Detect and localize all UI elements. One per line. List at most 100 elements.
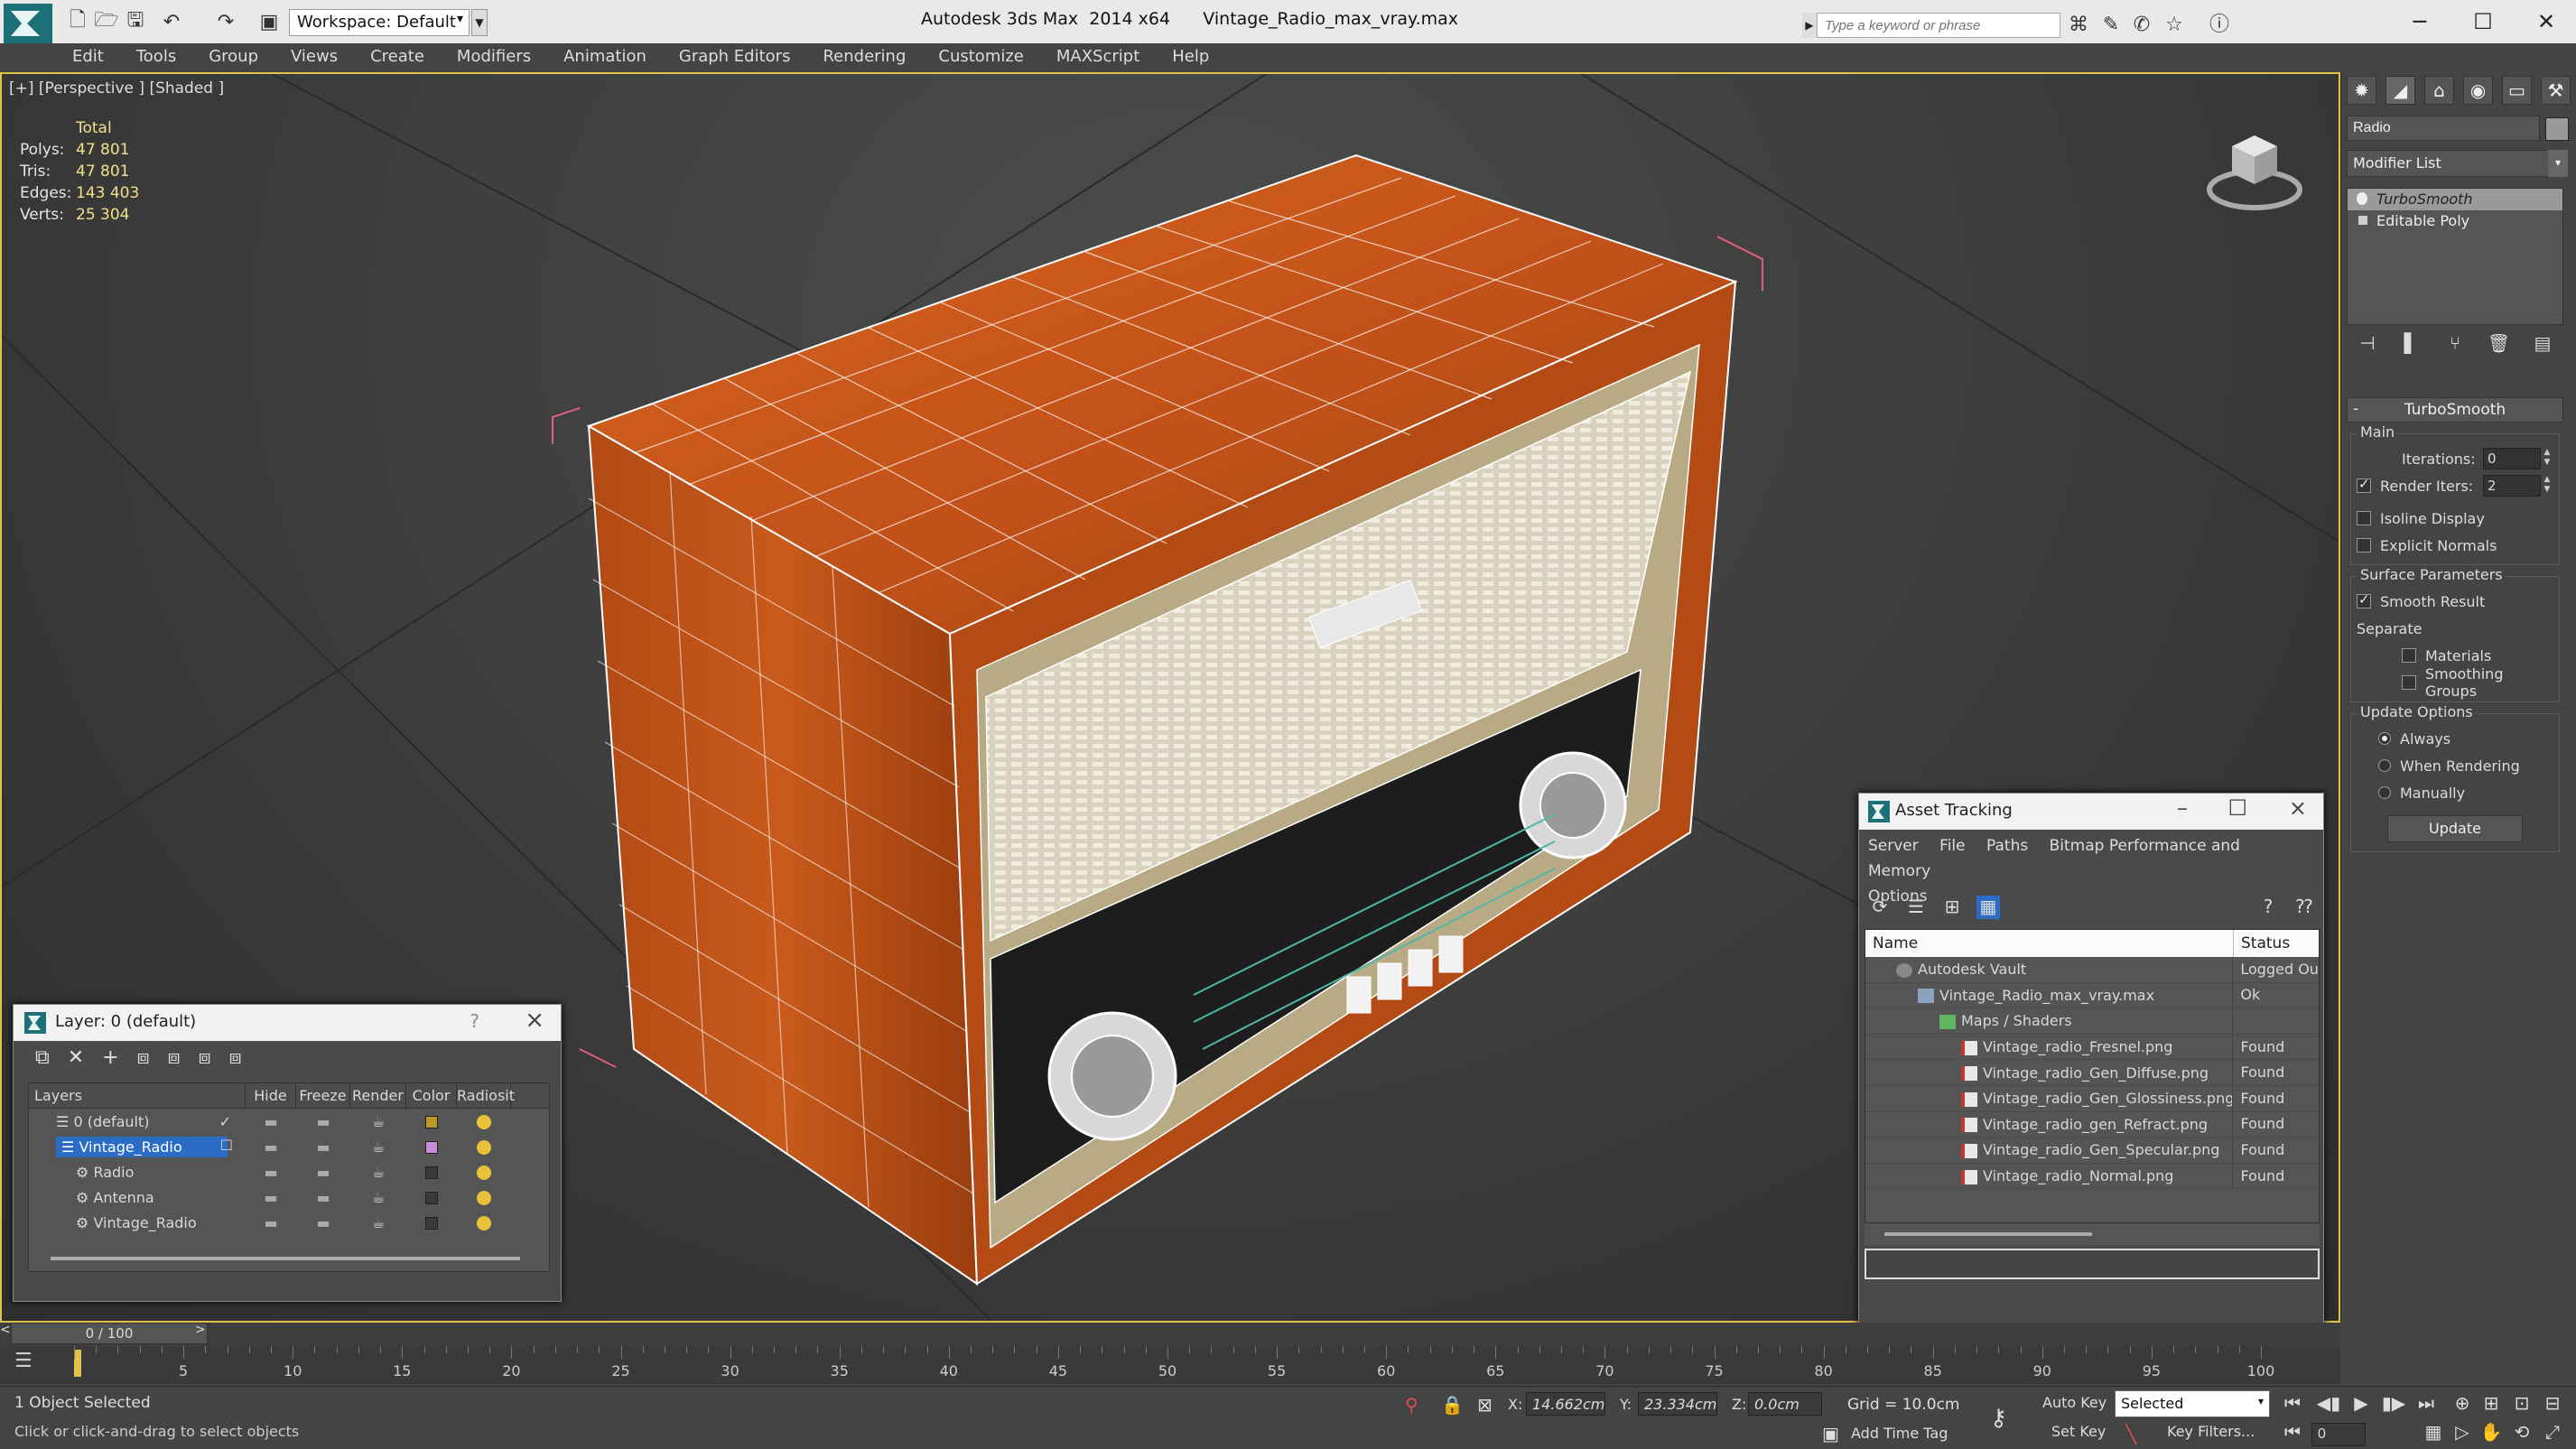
orbit-icon[interactable]: ⟲	[2508, 1421, 2535, 1446]
help-icon[interactable]: ?	[470, 1010, 479, 1032]
asset-row[interactable]: Autodesk Vault Logged Ou	[1865, 956, 2319, 983]
utilities-tab-icon[interactable]: ⚒	[2541, 76, 2571, 105]
spinner-arrows-icon[interactable]: ▲ ▼	[2541, 475, 2553, 497]
asset-menu-file[interactable]: File	[1939, 837, 1965, 855]
previous-frame-icon[interactable]: <	[0, 1323, 11, 1344]
z-coordinate-field[interactable]: 0.0cm	[1748, 1392, 1822, 1416]
smooth-result-checkbox[interactable]	[2357, 591, 2371, 608]
play-icon[interactable]: ▶	[2348, 1392, 2375, 1417]
go-to-end-icon[interactable]: ⏭	[2413, 1392, 2440, 1417]
layer-row[interactable]: ⚙ Vintage_Radio ▬ ▬ ☕	[29, 1210, 549, 1235]
maximize-viewport-icon[interactable]: ⊟	[2539, 1392, 2566, 1417]
viewport-label[interactable]: [+] [Perspective ] [Shaded ]	[9, 79, 224, 98]
modifier-list-dropdown[interactable]: Modifier List ▾	[2347, 150, 2568, 177]
manually-radio[interactable]	[2378, 786, 2391, 799]
render-teapot-icon[interactable]: ☕	[350, 1113, 406, 1130]
minimize-button[interactable]: ─	[2393, 4, 2447, 40]
key-filters-button[interactable]: Key Filters...	[2167, 1423, 2255, 1440]
isoline-checkbox[interactable]	[2357, 511, 2371, 525]
key-selection-dropdown[interactable]: Selected ▾	[2115, 1390, 2270, 1417]
hide-toggle[interactable]: ▬	[246, 1214, 296, 1231]
next-key-icon[interactable]: ▮▶	[2380, 1392, 2407, 1417]
make-unique-icon[interactable]: ⑂	[2443, 332, 2467, 356]
column-header[interactable]: Render	[350, 1082, 406, 1109]
freeze-toggle[interactable]: ▬	[296, 1189, 350, 1206]
object-color-swatch[interactable]	[2545, 117, 2569, 141]
spinner-arrows-icon[interactable]: ▲ ▼	[2541, 448, 2553, 469]
y-coordinate-field[interactable]: 23.334cm	[1638, 1392, 1717, 1416]
freeze-all-icon[interactable]: ⧈	[229, 1046, 242, 1069]
key-icon[interactable]: ⚷	[1990, 1405, 2007, 1432]
render-iters-spinner[interactable]: 2	[2483, 475, 2541, 497]
always-radio[interactable]	[2378, 732, 2391, 745]
select-in-layer-icon[interactable]: ⧈	[137, 1046, 150, 1069]
workspace-dropdown[interactable]: Workspace: Default ▾	[289, 9, 470, 36]
column-header[interactable]: Radiosit	[457, 1082, 515, 1109]
time-config-icon[interactable]: ▦	[2420, 1421, 2447, 1446]
add-to-layer-icon[interactable]: +	[102, 1046, 118, 1069]
maximize-button[interactable]: ☐	[2456, 4, 2510, 40]
asset-menu-server[interactable]: Server	[1868, 837, 1919, 855]
freeze-toggle[interactable]: ▬	[296, 1113, 350, 1130]
radiosity-icon[interactable]	[477, 1166, 491, 1180]
radiosity-icon[interactable]	[477, 1216, 491, 1231]
menu-create[interactable]: Create	[354, 43, 441, 72]
stack-item-turbosmooth[interactable]: TurboSmooth	[2348, 189, 2562, 210]
render-teapot-icon[interactable]: ☕	[350, 1138, 406, 1156]
show-end-result-icon[interactable]: ▌	[2400, 332, 2423, 356]
maximize-toggle-icon[interactable]: ⤢	[2539, 1421, 2566, 1446]
column-header[interactable]: Layers	[29, 1082, 246, 1109]
iterations-spinner[interactable]: 0	[2483, 448, 2541, 469]
menu-group[interactable]: Group	[192, 43, 274, 72]
whats-this-icon[interactable]: ⁇	[2292, 896, 2316, 919]
zoom-icon[interactable]: ⊕	[2449, 1392, 2476, 1417]
minimize-icon[interactable]: –	[2177, 795, 2188, 821]
radiosity-icon[interactable]	[477, 1115, 491, 1129]
help-icon[interactable]: ⓘ	[2207, 13, 2232, 38]
menu-animation[interactable]: Animation	[547, 43, 663, 72]
column-header[interactable]: Status	[2234, 934, 2290, 952]
asset-row[interactable]: Vintage_radio_Gen_Diffuse.png Found	[1865, 1060, 2319, 1086]
asset-row[interactable]: Vintage_Radio_max_vray.max Ok	[1865, 982, 2319, 1009]
radiosity-icon[interactable]	[477, 1140, 491, 1155]
menu-customize[interactable]: Customize	[922, 43, 1039, 72]
layer-color-swatch[interactable]	[425, 1141, 438, 1154]
workspace-toggle[interactable]: ▼	[471, 9, 488, 36]
materials-checkbox[interactable]	[2402, 648, 2416, 663]
create-tab-icon[interactable]: ✹	[2347, 76, 2376, 105]
time-tag-icon[interactable]: ▣	[1822, 1423, 1839, 1444]
isolate-selection-icon[interactable]: ⚲	[1405, 1394, 1418, 1416]
pin-stack-icon[interactable]: ⊣	[2356, 332, 2379, 356]
zoom-extents-icon[interactable]: ⊡	[2508, 1392, 2535, 1417]
menu-graph-editors[interactable]: Graph Editors	[663, 43, 807, 72]
selection-lock-icon[interactable]: 🔒	[1441, 1394, 1464, 1416]
highlight-layer-icon[interactable]: ⧈	[168, 1046, 181, 1069]
help-icon[interactable]: ?	[2256, 896, 2280, 919]
column-header[interactable]: Color	[406, 1082, 457, 1109]
layer-color-swatch[interactable]	[425, 1192, 438, 1204]
lightbulb-icon[interactable]	[2357, 192, 2367, 205]
layer-window-titlebar[interactable]: Layer: 0 (default) ? ×	[14, 1005, 561, 1041]
column-header[interactable]: Hide	[246, 1082, 296, 1109]
asset-row[interactable]: Vintage_radio_Gen_Glossiness.png Found	[1865, 1085, 2319, 1112]
explicit-normals-checkbox[interactable]	[2357, 538, 2371, 553]
subscription-icon[interactable]: ✎	[2098, 13, 2124, 38]
track-bar[interactable]: ☰ 5 10 15 20 25 30 35 40 45 50 55 60 65 70 75 80 85 90 95 1…	[0, 1346, 2340, 1384]
time-cursor[interactable]	[74, 1350, 81, 1377]
hide-toggle[interactable]: ▬	[246, 1138, 296, 1156]
list-view-icon[interactable]: ☰	[1904, 896, 1928, 919]
motion-tab-icon[interactable]: ◉	[2463, 76, 2493, 105]
redo-icon[interactable]: ↷	[213, 9, 238, 34]
layer-row[interactable]: ⚙ Radio ▬ ▬ ☕	[29, 1159, 549, 1184]
freeze-toggle[interactable]: ▬	[296, 1214, 350, 1231]
configure-sets-icon[interactable]: ▤	[2531, 332, 2554, 356]
hierarchy-tab-icon[interactable]: ⌂	[2424, 76, 2454, 105]
new-file-icon[interactable]: 🗋	[65, 9, 90, 34]
layer-color-swatch[interactable]	[425, 1166, 438, 1179]
close-button[interactable]: ✕	[2519, 4, 2573, 40]
communication-icon[interactable]: ✆	[2129, 13, 2154, 38]
open-file-icon[interactable]: 🗁	[94, 9, 119, 34]
viewcube-icon[interactable]	[2205, 119, 2304, 218]
column-header[interactable]: Name	[1865, 930, 2234, 957]
render-iters-checkbox[interactable]	[2357, 476, 2371, 493]
